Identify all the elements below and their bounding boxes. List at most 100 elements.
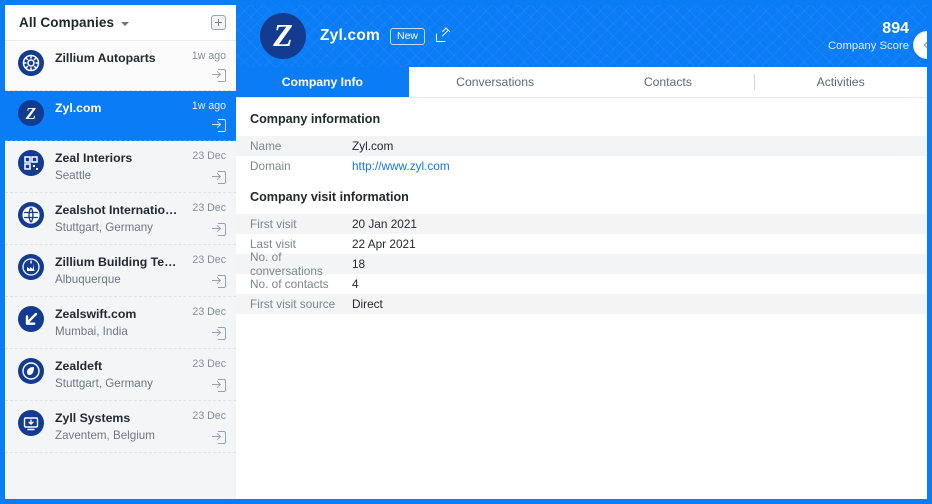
field-label: First visit <box>250 217 297 231</box>
leaf-circle-icon <box>18 358 44 384</box>
chevron-down-icon[interactable] <box>121 21 130 26</box>
monitor-icon <box>18 410 44 436</box>
table-row: First visit 20 Jan 2021 <box>236 214 927 234</box>
login-icon[interactable] <box>212 223 226 236</box>
company-name: Zillium Building Tech... <box>55 255 180 269</box>
company-location: Stuttgart, Germany <box>55 221 153 234</box>
list-item-meta: 1w ago <box>180 100 226 132</box>
tab-bar[interactable]: Company Info Conversations Contacts Activit… <box>236 67 927 98</box>
globe-icon <box>18 202 44 228</box>
field-label: No. of contacts <box>250 277 329 291</box>
list-item-body: Zillium Autoparts <box>55 50 180 82</box>
company-location: Seattle <box>55 169 92 182</box>
list-item[interactable]: Zealswift.com Mumbai, India 23 Dec <box>5 297 236 349</box>
company-list[interactable]: Zillium Autoparts 1w ago Z Zyl.com 1w ago Zea… <box>5 41 236 499</box>
company-name: Zealdeft <box>55 359 103 373</box>
timestamp: 1w ago <box>191 100 226 112</box>
tab-conversations[interactable]: Conversations <box>409 67 582 97</box>
field-value: 20 Jan 2021 <box>352 217 417 231</box>
company-avatar: Z <box>260 13 306 59</box>
company-name: Zillium Autoparts <box>55 51 156 65</box>
list-item-body: Zeal Interiors Seattle <box>55 150 180 184</box>
company-title: Zyl.com <box>320 27 380 44</box>
list-item-meta: 23 Dec <box>180 202 226 236</box>
company-name: Zealshot International <box>55 203 180 217</box>
company-visit-information-table: First visit 20 Jan 2021 Last visit 22 Apr 2… <box>236 214 927 314</box>
list-item[interactable]: Zyll Systems Zaventem, Belgium 23 Dec <box>5 401 236 453</box>
list-item-body: Zealswift.com Mumbai, India <box>55 306 180 340</box>
new-badge: New <box>389 27 425 45</box>
globe-gear-icon <box>18 50 44 76</box>
list-item-meta: 23 Dec <box>180 306 226 340</box>
add-square-icon[interactable] <box>211 15 226 30</box>
letter-z-icon: Z <box>273 17 293 53</box>
timestamp: 23 Dec <box>192 254 226 266</box>
tab-company-info[interactable]: Company Info <box>236 67 409 97</box>
list-item[interactable]: Zillium Autoparts 1w ago <box>5 41 236 91</box>
timestamp: 23 Dec <box>192 202 226 214</box>
list-item-meta: 23 Dec <box>180 358 226 392</box>
list-item-body: Zillium Building Tech... Albuquerque <box>55 254 180 288</box>
list-item[interactable]: Zillium Building Tech... Albuquerque 23 De… <box>5 245 236 297</box>
login-icon[interactable] <box>212 379 226 392</box>
table-row: No. of conversations 18 <box>236 250 927 278</box>
field-value: 18 <box>352 257 366 271</box>
login-icon[interactable] <box>212 69 226 82</box>
timestamp: 23 Dec <box>192 358 226 370</box>
company-score: 894 Company Score <box>828 19 909 54</box>
field-label: Last visit <box>250 237 296 251</box>
company-header: Z Zyl.com New 894 Company Score <box>236 5 927 67</box>
field-value: 22 Apr 2021 <box>352 237 416 251</box>
company-location: Stuttgart, Germany <box>55 377 153 390</box>
login-icon[interactable] <box>212 171 226 184</box>
list-item[interactable]: Z Zyl.com 1w ago <box>5 91 236 141</box>
company-location: Mumbai, India <box>55 325 128 338</box>
sidebar: All Companies Zillium Autoparts 1w ago Z Zy… <box>5 5 236 499</box>
svg-text:Z: Z <box>25 104 36 123</box>
login-icon[interactable] <box>212 275 226 288</box>
list-item[interactable]: Zealdeft Stuttgart, Germany 23 Dec <box>5 349 236 401</box>
timestamp: 1w ago <box>191 50 226 62</box>
timestamp: 23 Dec <box>192 410 226 422</box>
company-name: Zeal Interiors <box>55 151 133 165</box>
field-value: 4 <box>352 277 359 291</box>
field-label: Name <box>250 139 282 153</box>
login-icon[interactable] <box>212 431 226 444</box>
tab-activities[interactable]: Activities <box>754 67 927 97</box>
companies-filter-label[interactable]: All Companies <box>19 15 114 30</box>
content-area: Company information Name Zyl.com Domain htt… <box>236 98 927 499</box>
tab-contacts[interactable]: Contacts <box>582 67 755 97</box>
company-location: Zaventem, Belgium <box>55 429 155 442</box>
list-item-body: Zyll Systems Zaventem, Belgium <box>55 410 180 444</box>
list-item-body: Zealdeft Stuttgart, Germany <box>55 358 180 392</box>
table-row: Domain http://www.zyl.com <box>236 156 927 176</box>
company-name: Zealswift.com <box>55 307 137 321</box>
company-location: Albuquerque <box>55 273 121 286</box>
company-name: Zyl.com <box>55 101 102 115</box>
sidebar-header: All Companies <box>5 5 236 41</box>
arrow-down-left-icon <box>18 306 44 332</box>
list-filler <box>5 453 236 499</box>
list-item[interactable]: Zeal Interiors Seattle 23 Dec <box>5 141 236 193</box>
company-information-table: Name Zyl.com Domain http://www.zyl.com <box>236 136 927 176</box>
main-panel: Z Zyl.com New 894 Company Score Company … <box>236 5 927 499</box>
list-item-meta: 23 Dec <box>180 410 226 444</box>
login-icon[interactable] <box>212 327 226 340</box>
login-icon[interactable] <box>212 119 226 132</box>
field-value-link[interactable]: http://www.zyl.com <box>352 159 450 173</box>
company-score-label: Company Score <box>828 39 909 52</box>
table-row: Name Zyl.com <box>236 136 927 156</box>
company-score-value: 894 <box>882 19 909 37</box>
chevron-left-icon <box>923 40 927 50</box>
section-title-company-visit-information: Company visit information <box>250 190 409 204</box>
timestamp: 23 Dec <box>192 306 226 318</box>
list-item-meta: 1w ago <box>180 50 226 82</box>
section-title-company-information: Company information <box>250 112 381 126</box>
field-value: Zyl.com <box>352 139 394 153</box>
list-item-body: Zyl.com <box>55 100 180 132</box>
field-label: First visit source <box>250 297 336 311</box>
qr-code-icon <box>18 150 44 176</box>
external-link-icon[interactable] <box>436 30 449 42</box>
list-item[interactable]: Zealshot International Stuttgart, Germany… <box>5 193 236 245</box>
timestamp: 23 Dec <box>192 150 226 162</box>
